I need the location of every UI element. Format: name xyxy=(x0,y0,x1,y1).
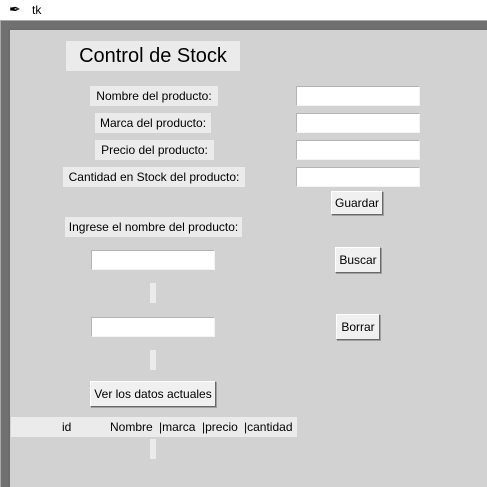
separator xyxy=(150,439,156,459)
separator xyxy=(150,283,156,303)
column-marca: |marca xyxy=(159,420,196,434)
cantidad-field[interactable] xyxy=(296,167,420,187)
buscar-button[interactable]: Buscar xyxy=(335,247,381,273)
window-title: tk xyxy=(32,3,42,17)
table-header: id Nombre |marca |precio |cantidad xyxy=(11,417,297,437)
feather-icon: ✒ xyxy=(9,1,21,17)
column-precio: |precio xyxy=(202,420,238,434)
search-prompt-label: Ingrese el nombre del producto: xyxy=(65,217,242,237)
title-bar: ✒ tk xyxy=(0,0,487,20)
label-marca: Marca del producto: xyxy=(95,113,211,133)
column-nombre: Nombre xyxy=(110,420,153,434)
marca-field[interactable] xyxy=(296,113,420,133)
precio-field[interactable] xyxy=(296,140,420,160)
guardar-button[interactable]: Guardar xyxy=(331,191,383,215)
buscar-input[interactable] xyxy=(91,250,215,270)
label-precio: Precio del producto: xyxy=(95,140,214,160)
borrar-input[interactable] xyxy=(91,317,215,337)
page-title: Control de Stock xyxy=(66,41,240,71)
column-id: id xyxy=(62,420,72,434)
nombre-field[interactable] xyxy=(296,86,420,106)
label-cantidad: Cantidad en Stock del producto: xyxy=(63,167,245,187)
label-nombre: Nombre del producto: xyxy=(90,86,218,106)
separator xyxy=(150,350,156,370)
borrar-button[interactable]: Borrar xyxy=(336,314,380,340)
ver-datos-button[interactable]: Ver los datos actuales xyxy=(90,381,216,407)
column-cantidad: |cantidad xyxy=(244,420,293,434)
